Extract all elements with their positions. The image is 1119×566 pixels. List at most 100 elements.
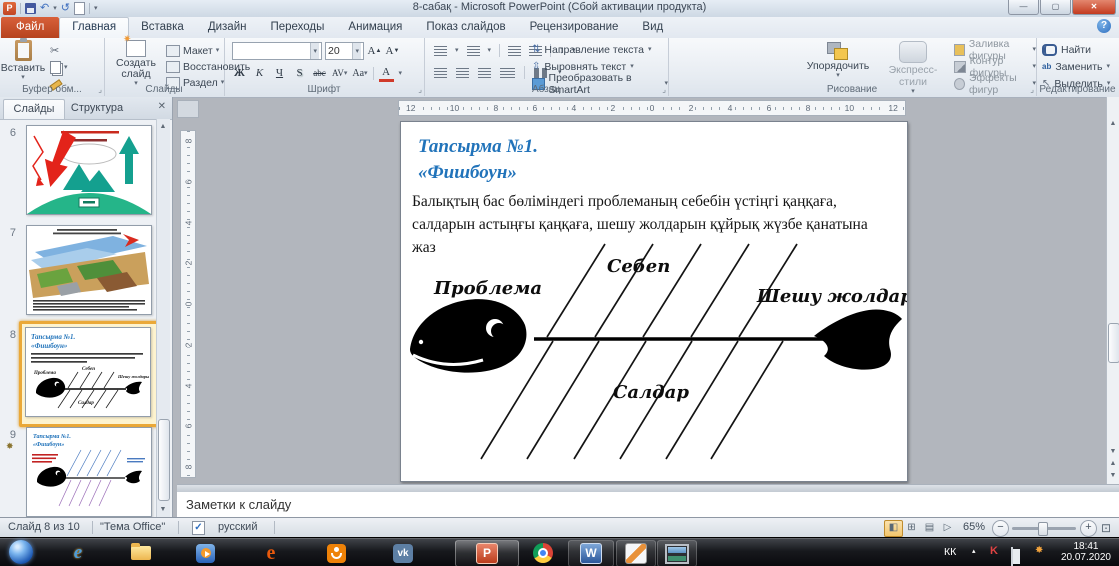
zoom-slider[interactable] [1012,527,1076,530]
pane-scroll-up-icon[interactable]: ▲ [157,120,169,133]
view-normal-button[interactable]: ◧ [884,520,903,537]
hidden-icons-arrow[interactable]: ▴ [972,547,976,566]
strikethrough-button[interactable]: abc [312,66,327,81]
text-direction-button[interactable]: ⇅Направление текста▾ [532,42,668,57]
slide-counter[interactable]: Слайд 8 из 10 [8,521,80,533]
internet-explorer-icon[interactable]: e [63,542,93,564]
slide-title[interactable]: Тапсырма №1. «Фишбоун» [418,134,538,186]
scroll-thumb[interactable] [1108,323,1119,363]
view-sorter-button[interactable]: ⊞ [903,520,920,535]
tab-view[interactable]: Вид [630,17,675,38]
language-indicator[interactable]: русский [218,521,257,533]
zoom-out-button[interactable]: − [992,520,1009,537]
slide-thumbnail-8[interactable]: Тапсырма №1. «Фишбоун» Пробле [25,327,151,417]
main-scrollbar[interactable]: ▲ ▼ ▲ ▼ [1106,97,1119,487]
fit-to-window-button[interactable]: ⊡ [1101,521,1111,535]
fishbone-cause-label[interactable]: Себеп [607,256,670,277]
powerpoint-logo-icon[interactable]: P [3,2,16,15]
tab-transitions[interactable]: Переходы [258,17,336,38]
fishbone-effects-label[interactable]: Салдар [613,382,689,403]
redo-icon[interactable]: ↺ [61,2,70,15]
bullets-icon[interactable] [434,46,447,56]
font-dialog-launcher-icon[interactable]: ⌟ [418,85,422,94]
zoom-in-button[interactable]: + [1080,520,1097,537]
font-color-dropdown-icon[interactable]: ▾ [399,71,403,76]
slide-body-text[interactable]: Балықтың бас бөліміндегі проблеманың себ… [412,190,888,259]
cut-button[interactable]: ✂ [50,43,68,58]
paragraph-dialog-launcher-icon[interactable]: ⌟ [662,85,666,94]
antivirus-tray-icon[interactable]: K [990,545,998,566]
tab-slideshow[interactable]: Показ слайдов [414,17,517,38]
restore-button[interactable]: ▢ [1040,0,1071,15]
view-slideshow-button[interactable]: ▷ [939,520,956,535]
font-name-combobox[interactable]: ▾ [232,42,322,60]
next-slide-icon[interactable]: ▼ [1107,473,1119,483]
customize-qat-icon[interactable]: ▾ [94,6,98,11]
language-tray-indicator[interactable]: КК [944,546,956,566]
media-player-icon[interactable] [190,542,220,564]
vkontakte-icon[interactable]: vk [388,542,418,564]
pane-scroll-thumb[interactable] [158,419,170,501]
font-color-button[interactable]: А [379,64,394,82]
grow-font-button[interactable]: А▲ [367,44,382,59]
shrink-font-button[interactable]: А▼ [385,44,400,59]
scroll-down-icon[interactable]: ▼ [1107,445,1119,458]
pane-tab-outline[interactable]: Структура [64,99,130,118]
tab-home[interactable]: Главная [59,17,129,38]
pane-scroll-down-icon[interactable]: ▼ [157,503,169,516]
spell-check-icon[interactable]: ✓ [192,521,205,535]
slide-thumbnail-6[interactable] [26,125,152,215]
undo-dropdown-icon[interactable]: ▾ [53,6,57,11]
odnoklassniki-icon[interactable] [321,542,351,564]
word-taskbar-button[interactable]: W [568,540,614,566]
tab-insert[interactable]: Вставка [129,17,196,38]
new-document-icon[interactable] [74,2,85,15]
paste-button[interactable]: Вставить ▾ [5,40,41,80]
drawing-dialog-launcher-icon[interactable]: ⌟ [1030,85,1034,94]
zoom-level[interactable]: 65% [963,521,985,533]
italic-button[interactable]: К [252,66,267,81]
fishbone-problem-label[interactable]: Проблема [433,278,542,299]
horizontal-ruler[interactable]: 12108642024681012 [398,100,906,116]
align-left-icon[interactable] [434,68,447,78]
decrease-indent-icon[interactable] [508,46,521,56]
start-button[interactable] [9,540,33,564]
bullets-dropdown-icon[interactable]: ▾ [455,48,459,53]
close-button[interactable]: ✕ [1072,0,1116,15]
copy-button[interactable]: ▾ [50,60,68,75]
justify-icon[interactable] [500,68,515,78]
font-size-combobox[interactable]: 20▾ [325,42,364,60]
slide-canvas[interactable]: Проблема Себеп Шешу жолдары Салдар Тапсы… [400,121,908,482]
pane-scrollbar[interactable]: ▲ ▼ [156,119,170,517]
text-shadow-button[interactable]: S [292,66,307,81]
new-slide-button[interactable]: Создать слайд ▾ [110,40,162,86]
tab-animations[interactable]: Анимация [336,17,414,38]
previous-slide-icon[interactable]: ▲ [1107,461,1119,471]
align-center-icon[interactable] [456,68,469,78]
character-spacing-button[interactable]: AV▾ [332,66,347,81]
powerpoint-taskbar-button[interactable]: P [455,540,519,566]
tab-file[interactable]: Файл [1,17,59,38]
orange-browser-icon[interactable]: e [256,542,286,564]
undo-icon[interactable]: ↶ [40,2,49,15]
battery-tray-icon[interactable] [1011,547,1013,566]
image-viewer-taskbar-button[interactable] [657,540,697,566]
pane-tab-slides[interactable]: Слайды [3,99,65,119]
pane-close-icon[interactable]: ✕ [158,101,166,112]
find-button[interactable]: Найти [1042,42,1110,57]
underline-button[interactable]: Ч [272,66,287,81]
replace-button[interactable]: abЗаменить▾ [1042,59,1110,74]
change-case-button[interactable]: Aa▾ [352,66,367,81]
explorer-folder-icon[interactable] [126,542,156,564]
save-icon[interactable] [25,3,36,14]
theme-name[interactable]: "Тема Office" [100,521,165,533]
animation-star-icon[interactable]: ✸ [6,441,14,452]
chrome-icon[interactable] [528,542,558,564]
help-icon[interactable]: ? [1097,19,1111,33]
align-right-icon[interactable] [478,68,491,78]
notes-panel[interactable]: Заметки к слайду [177,492,1119,517]
bold-button[interactable]: Ж [232,66,247,81]
slide-thumbnail-9[interactable]: Тапсырма №1. «Фишбоун» [26,427,152,517]
fishbone-solutions-label[interactable]: Шешу жолдары [756,286,907,307]
numbering-dropdown-icon[interactable]: ▾ [488,48,492,53]
